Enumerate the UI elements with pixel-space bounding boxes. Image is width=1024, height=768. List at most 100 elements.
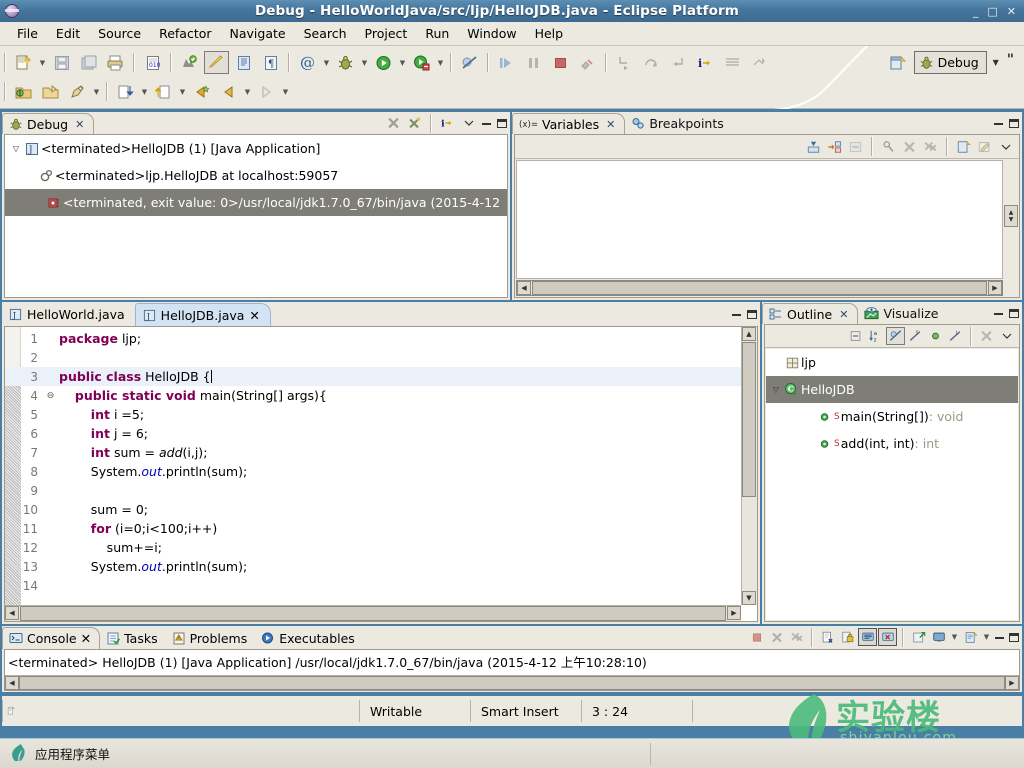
- import-dropdown-icon[interactable]: ▼: [139, 81, 150, 103]
- show-console-on-error-icon[interactable]: [878, 628, 897, 646]
- scroll-left-arrow-icon[interactable]: ◀: [5, 676, 19, 690]
- import-icon[interactable]: [113, 80, 138, 103]
- minimize-button[interactable]: _: [973, 6, 979, 17]
- code-line[interactable]: 10 sum = 0;: [5, 500, 741, 519]
- close-icon[interactable]: ✕: [839, 308, 848, 321]
- new-wizard-icon[interactable]: [11, 51, 36, 74]
- resume-icon[interactable]: [494, 51, 519, 74]
- new-class-dropdown-icon[interactable]: ▼: [91, 81, 102, 103]
- scroll-right-arrow-icon[interactable]: ▶: [988, 281, 1002, 295]
- tab-tasks[interactable]: Tasks: [100, 627, 166, 649]
- expand-twisty-icon[interactable]: ▽: [9, 144, 23, 153]
- variables-detail-spinner[interactable]: ▲ ▼: [1004, 205, 1018, 227]
- console-hscrollbar[interactable]: ◀ ▶: [5, 675, 1019, 690]
- export-dropdown-icon[interactable]: ▼: [177, 81, 188, 103]
- next-annotation-icon[interactable]: [189, 80, 214, 103]
- link-with-editor-icon[interactable]: [977, 327, 996, 345]
- menu-search[interactable]: Search: [295, 24, 356, 43]
- tab-outline[interactable]: Outline ✕: [762, 303, 859, 324]
- expand-twisty-icon[interactable]: ▽: [769, 385, 783, 394]
- close-icon[interactable]: ✕: [606, 118, 615, 131]
- app-menu-icon[interactable]: [10, 743, 27, 764]
- terminate-icon[interactable]: [747, 628, 766, 646]
- maximize-view-icon[interactable]: [1007, 629, 1020, 645]
- menu-file[interactable]: File: [8, 24, 47, 43]
- scroll-down-arrow-icon[interactable]: ▼: [742, 591, 756, 605]
- watch-expression-icon[interactable]: [879, 138, 898, 156]
- view-menu-icon[interactable]: [996, 138, 1015, 156]
- scroll-thumb[interactable]: [532, 281, 987, 295]
- maximize-view-icon[interactable]: [495, 115, 508, 131]
- remove-all-terminated-icon[interactable]: [384, 114, 403, 132]
- sort-icon[interactable]: az: [866, 327, 885, 345]
- code-lines[interactable]: 1 package ljp; 2 3 public class HelloJDB {4 ⊖…: [5, 329, 741, 605]
- minimize-view-icon[interactable]: [992, 115, 1005, 131]
- step-return-icon[interactable]: [666, 51, 691, 74]
- collapse-all-icon[interactable]: [846, 327, 865, 345]
- relaunch-icon[interactable]: [405, 114, 424, 132]
- tab-executables[interactable]: Executables: [255, 627, 363, 649]
- close-button[interactable]: ✕: [1007, 6, 1016, 17]
- scroll-left-arrow-icon[interactable]: ◀: [5, 606, 19, 620]
- outline-row[interactable]: Sadd(int, int) : int: [766, 430, 1018, 457]
- scroll-right-arrow-icon[interactable]: ▶: [1005, 676, 1019, 690]
- editor-tab-helloworld[interactable]: J HelloWorld.java: [2, 303, 135, 326]
- export-icon[interactable]: [151, 80, 176, 103]
- scroll-up-arrow-icon[interactable]: ▲: [742, 327, 756, 341]
- run-external-tools-icon[interactable]: [409, 51, 434, 74]
- minimize-editor-icon[interactable]: [730, 306, 743, 322]
- menu-edit[interactable]: Edit: [47, 24, 89, 43]
- open-console-dropdown-icon[interactable]: ▼: [981, 626, 992, 648]
- code-area[interactable]: 1 package ljp; 2 3 public class HelloJDB {4 ⊖…: [5, 327, 741, 605]
- toggle-mark-occurrences-icon[interactable]: [204, 51, 229, 74]
- maximize-button[interactable]: □: [987, 6, 997, 17]
- maximize-view-icon[interactable]: [1007, 305, 1020, 321]
- scroll-right-arrow-icon[interactable]: ▶: [727, 606, 741, 620]
- debug-dropdown-icon[interactable]: ▼: [359, 52, 370, 74]
- save-all-icon[interactable]: [76, 51, 101, 74]
- debug-bug-icon[interactable]: [333, 51, 358, 74]
- tab-problems[interactable]: Problems: [166, 627, 256, 649]
- remove-launch-icon[interactable]: [767, 628, 786, 646]
- hide-local-types-icon[interactable]: L: [946, 327, 965, 345]
- print-icon[interactable]: [103, 51, 128, 74]
- menu-help[interactable]: Help: [526, 24, 573, 43]
- tab-debug[interactable]: Debug ✕: [2, 113, 95, 134]
- search-at-icon[interactable]: @: [295, 51, 320, 74]
- editor-hscrollbar[interactable]: ◀ ▶: [5, 605, 741, 621]
- show-console-on-output-icon[interactable]: [858, 628, 877, 646]
- suspend-icon[interactable]: [521, 51, 546, 74]
- code-line[interactable]: 4 ⊖ public static void main(String[] args…: [5, 386, 741, 405]
- close-icon[interactable]: ✕: [249, 308, 259, 323]
- code-line[interactable]: 2: [5, 348, 741, 367]
- code-line[interactable]: 5 int i =5;: [5, 405, 741, 424]
- hide-static-icon[interactable]: S: [906, 327, 925, 345]
- perspective-dropdown-icon[interactable]: ▼: [987, 58, 1005, 67]
- menu-refactor[interactable]: Refactor: [150, 24, 220, 43]
- maximize-view-icon[interactable]: [1007, 115, 1020, 131]
- minimize-view-icon[interactable]: [480, 115, 493, 131]
- menu-navigate[interactable]: Navigate: [221, 24, 295, 43]
- menu-window[interactable]: Window: [458, 24, 525, 43]
- maximize-editor-icon[interactable]: [745, 306, 758, 322]
- step-info-icon[interactable]: i: [693, 51, 718, 74]
- new-detail-pane-icon[interactable]: [954, 138, 973, 156]
- previous-annotation-icon[interactable]: [216, 80, 241, 103]
- scroll-thumb[interactable]: [742, 342, 756, 497]
- display-selected-console-icon[interactable]: [929, 628, 948, 646]
- close-icon[interactable]: ✕: [81, 631, 91, 646]
- minimize-view-icon[interactable]: [993, 629, 1006, 645]
- code-line[interactable]: 11 for (i=0;i<100;i++): [5, 519, 741, 538]
- tab-variables[interactable]: (x)= Variables ✕: [512, 113, 626, 134]
- open-perspective-icon[interactable]: [886, 52, 910, 74]
- open-console-icon[interactable]: [961, 628, 980, 646]
- tab-visualize[interactable]: Visualize: [858, 303, 947, 324]
- remove-all-launches-icon[interactable]: [787, 628, 806, 646]
- show-type-names-icon[interactable]: [804, 138, 823, 156]
- last-edit-location-icon[interactable]: [177, 51, 202, 74]
- edit-detail-icon[interactable]: [975, 138, 994, 156]
- pin-console-icon[interactable]: [909, 628, 928, 646]
- run-icon[interactable]: [371, 51, 396, 74]
- close-icon[interactable]: ✕: [75, 118, 84, 131]
- view-menu-icon[interactable]: [459, 114, 478, 132]
